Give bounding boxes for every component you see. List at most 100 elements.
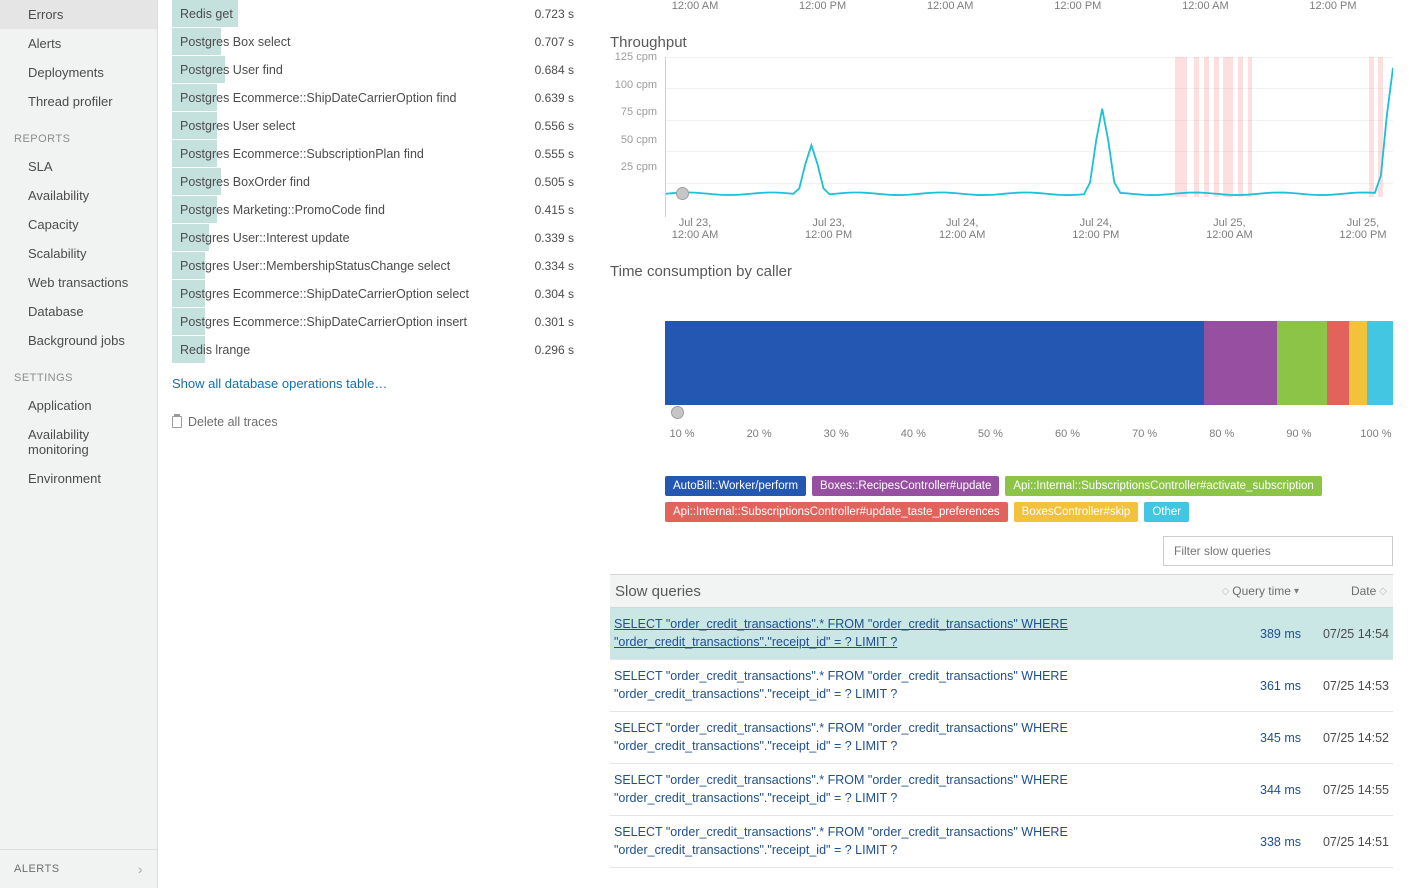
slow-query-row[interactable]: SELECT "order_credit_transactions".* FRO… bbox=[610, 608, 1393, 660]
sidebar-item-environment[interactable]: Environment bbox=[0, 464, 157, 493]
operation-row[interactable]: Postgres User::Interest update 0.339 s bbox=[172, 224, 582, 252]
filter-slow-queries-input[interactable] bbox=[1163, 536, 1393, 566]
legend-item[interactable]: Api::Internal::SubscriptionsController#a… bbox=[1005, 476, 1321, 496]
consumption-segment[interactable] bbox=[665, 321, 1204, 405]
sort-icon: ◇ bbox=[1222, 586, 1230, 597]
nav-heading: SETTINGS bbox=[0, 365, 157, 391]
slow-query-date: 07/25 14:55 bbox=[1301, 783, 1389, 797]
operation-name: Redis lrange bbox=[180, 343, 250, 357]
delete-traces-label: Delete all traces bbox=[188, 415, 278, 429]
legend-item[interactable]: AutoBill::Worker/perform bbox=[665, 476, 806, 496]
operation-name: Postgres User::Interest update bbox=[180, 231, 350, 245]
sidebar: ErrorsAlertsDeploymentsThread profiler RE… bbox=[0, 0, 158, 888]
consumption-chart[interactable]: 10 %20 %30 %40 %50 %60 %70 %80 %90 %100 … bbox=[665, 286, 1393, 476]
operation-row[interactable]: Postgres User find 0.684 s bbox=[172, 56, 582, 84]
delete-all-traces-button[interactable]: Delete all traces bbox=[172, 415, 582, 429]
sidebar-item-web-transactions[interactable]: Web transactions bbox=[0, 268, 157, 297]
consumption-legend: AutoBill::Worker/perform Boxes::RecipesCo… bbox=[665, 476, 1393, 522]
slow-query-row[interactable]: SELECT "order_credit_transactions".* FRO… bbox=[610, 816, 1393, 868]
consumption-segment[interactable] bbox=[1327, 321, 1349, 405]
slow-query-text[interactable]: SELECT "order_credit_transactions".* FRO… bbox=[614, 772, 1233, 807]
operation-row[interactable]: Redis get 0.723 s bbox=[172, 0, 582, 28]
slow-query-date: 07/25 14:54 bbox=[1301, 627, 1389, 641]
sidebar-item-availability-monitoring[interactable]: Availability monitoring bbox=[0, 420, 157, 464]
consumption-segment[interactable] bbox=[1277, 321, 1328, 405]
slow-query-time: 344 ms bbox=[1233, 783, 1301, 797]
consumption-title: Time consumption by caller bbox=[610, 263, 1393, 280]
sidebar-item-availability[interactable]: Availability bbox=[0, 181, 157, 210]
sidebar-item-background-jobs[interactable]: Background jobs bbox=[0, 326, 157, 355]
slow-query-row[interactable]: SELECT "order_credit_transactions".* FRO… bbox=[610, 660, 1393, 712]
operation-value: 0.723 s bbox=[535, 7, 574, 21]
trash-icon bbox=[172, 416, 182, 428]
slow-query-time: 361 ms bbox=[1233, 679, 1301, 693]
sidebar-alerts-label: ALERTS bbox=[14, 863, 60, 875]
operation-value: 0.304 s bbox=[535, 287, 574, 301]
slow-query-date: 07/25 14:53 bbox=[1301, 679, 1389, 693]
operation-value: 0.505 s bbox=[535, 175, 574, 189]
slow-query-text[interactable]: SELECT "order_credit_transactions".* FRO… bbox=[614, 824, 1233, 859]
sidebar-item-sla[interactable]: SLA bbox=[0, 152, 157, 181]
column-query-time[interactable]: ◇ Query time ▾ bbox=[1216, 584, 1305, 598]
slow-query-text[interactable]: SELECT "order_credit_transactions".* FRO… bbox=[614, 616, 1233, 651]
operation-row[interactable]: Postgres User::MembershipStatusChange se… bbox=[172, 252, 582, 280]
operation-row[interactable]: Redis lrange 0.296 s bbox=[172, 336, 582, 364]
nav-heading: REPORTS bbox=[0, 126, 157, 152]
sidebar-item-thread-profiler[interactable]: Thread profiler bbox=[0, 87, 157, 116]
operation-name: Postgres BoxOrder find bbox=[180, 175, 310, 189]
operation-row[interactable]: Postgres Marketing::PromoCode find 0.415… bbox=[172, 196, 582, 224]
sidebar-item-deployments[interactable]: Deployments bbox=[0, 58, 157, 87]
throughput-title: Throughput bbox=[610, 34, 1393, 51]
slow-query-time: 389 ms bbox=[1233, 627, 1301, 641]
sidebar-item-application[interactable]: Application bbox=[0, 391, 157, 420]
sidebar-item-database[interactable]: Database bbox=[0, 297, 157, 326]
operation-name: Postgres User select bbox=[180, 119, 295, 133]
slow-query-time: 338 ms bbox=[1233, 835, 1301, 849]
operation-name: Redis get bbox=[180, 7, 233, 21]
operations-panel: Redis get 0.723 s Postgres Box select 0.… bbox=[158, 0, 598, 888]
operation-value: 0.684 s bbox=[535, 63, 574, 77]
slow-query-text[interactable]: SELECT "order_credit_transactions".* FRO… bbox=[614, 668, 1233, 703]
operation-row[interactable]: Postgres Ecommerce::ShipDateCarrierOptio… bbox=[172, 308, 582, 336]
legend-item[interactable]: Api::Internal::SubscriptionsController#u… bbox=[665, 502, 1008, 522]
operation-row[interactable]: Postgres Ecommerce::ShipDateCarrierOptio… bbox=[172, 280, 582, 308]
operation-row[interactable]: Postgres Ecommerce::ShipDateCarrierOptio… bbox=[172, 84, 582, 112]
legend-item[interactable]: Boxes::RecipesController#update bbox=[812, 476, 999, 496]
operation-value: 0.415 s bbox=[535, 203, 574, 217]
operation-name: Postgres Marketing::PromoCode find bbox=[180, 203, 385, 217]
show-all-operations-link[interactable]: Show all database operations table… bbox=[172, 376, 387, 391]
operation-value: 0.301 s bbox=[535, 315, 574, 329]
operation-name: Postgres Box select bbox=[180, 35, 290, 49]
operation-name: Postgres Ecommerce::ShipDateCarrierOptio… bbox=[180, 91, 457, 105]
sidebar-item-scalability[interactable]: Scalability bbox=[0, 239, 157, 268]
slow-query-row[interactable]: SELECT "order_credit_transactions".* FRO… bbox=[610, 764, 1393, 816]
top-chart-xticks: 12:00 AM12:00 PM12:00 AM12:00 PM12:00 AM… bbox=[610, 0, 1393, 12]
legend-item[interactable]: Other bbox=[1144, 502, 1189, 522]
operation-name: Postgres Ecommerce::SubscriptionPlan fin… bbox=[180, 147, 424, 161]
operation-row[interactable]: Postgres User select 0.556 s bbox=[172, 112, 582, 140]
consumption-segment[interactable] bbox=[1349, 321, 1367, 405]
chart-scrubber-icon[interactable] bbox=[671, 406, 684, 419]
operation-row[interactable]: Postgres Ecommerce::SubscriptionPlan fin… bbox=[172, 140, 582, 168]
operation-value: 0.556 s bbox=[535, 119, 574, 133]
sidebar-alerts-footer[interactable]: ALERTS › bbox=[0, 849, 157, 888]
consumption-segment[interactable] bbox=[1367, 321, 1392, 405]
sidebar-item-alerts[interactable]: Alerts bbox=[0, 29, 157, 58]
operation-row[interactable]: Postgres Box select 0.707 s bbox=[172, 28, 582, 56]
sort-desc-icon: ▾ bbox=[1294, 586, 1299, 597]
sidebar-item-capacity[interactable]: Capacity bbox=[0, 210, 157, 239]
slow-query-text[interactable]: SELECT "order_credit_transactions".* FRO… bbox=[614, 720, 1233, 755]
column-date[interactable]: Date ◇ bbox=[1305, 584, 1393, 598]
consumption-segment[interactable] bbox=[1204, 321, 1277, 405]
slow-query-date: 07/25 14:52 bbox=[1301, 731, 1389, 745]
sidebar-item-errors[interactable]: Errors bbox=[0, 0, 157, 29]
operation-row[interactable]: Postgres BoxOrder find 0.505 s bbox=[172, 168, 582, 196]
slow-query-row[interactable]: SELECT "order_credit_transactions".* FRO… bbox=[610, 712, 1393, 764]
operation-value: 0.639 s bbox=[535, 91, 574, 105]
slow-queries-header-row: Slow queries ◇ Query time ▾ Date ◇ bbox=[610, 574, 1393, 608]
chart-scrubber-icon[interactable] bbox=[676, 187, 689, 200]
throughput-xticks: Jul 23,12:00 AMJul 23,12:00 PMJul 24,12:… bbox=[665, 217, 1393, 241]
detail-panel: 12:00 AM12:00 PM12:00 AM12:00 PM12:00 AM… bbox=[598, 0, 1415, 888]
legend-item[interactable]: BoxesController#skip bbox=[1014, 502, 1139, 522]
throughput-chart[interactable]: 125 cpm100 cpm75 cpm50 cpm25 cpm bbox=[665, 57, 1393, 217]
